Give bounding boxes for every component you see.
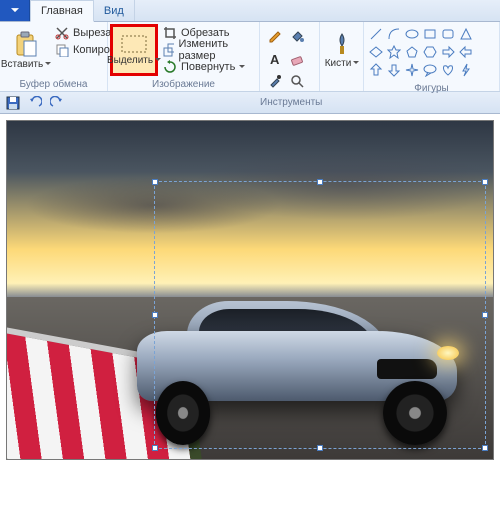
shape-arrow-down[interactable] [386, 62, 402, 78]
paste-icon [14, 31, 38, 57]
group-shapes: Фигуры [364, 22, 500, 91]
title-bar: Главная Вид [0, 0, 500, 22]
cut-icon [55, 26, 69, 40]
crop-icon [163, 26, 177, 40]
resize-icon [163, 43, 174, 57]
redo-button[interactable] [48, 94, 66, 112]
shape-line[interactable] [368, 26, 384, 42]
canvas-image[interactable] [6, 120, 494, 460]
selection-handle-se[interactable] [482, 445, 488, 451]
save-icon [6, 96, 20, 110]
copy-icon [55, 43, 69, 57]
group-image: Выделить Обрезать Изменить размер Поверн… [108, 22, 260, 91]
undo-button[interactable] [26, 94, 44, 112]
fill-tool[interactable] [286, 26, 308, 48]
tab-home[interactable]: Главная [30, 0, 94, 22]
shape-star4[interactable] [404, 62, 420, 78]
resize-button[interactable]: Изменить размер [158, 41, 257, 58]
pencil-tool[interactable] [264, 26, 286, 48]
shape-arrow-left[interactable] [458, 44, 474, 60]
selection-handle-n[interactable] [317, 179, 323, 185]
shape-arrow-up[interactable] [368, 62, 384, 78]
svg-text:A: A [270, 52, 280, 66]
app-menu-button[interactable] [0, 0, 30, 21]
shape-oval[interactable] [404, 26, 420, 42]
group-clipboard: Вставить Вырезать Копировать Буфер обмен… [0, 22, 108, 91]
shape-pentagon[interactable] [404, 44, 420, 60]
magnify-icon [290, 74, 304, 88]
undo-icon [28, 96, 42, 110]
rotate-button[interactable]: Повернуть [158, 58, 257, 75]
brush-icon [332, 32, 352, 56]
bucket-icon [290, 30, 304, 44]
tab-view[interactable]: Вид [94, 0, 135, 21]
shape-rect[interactable] [422, 26, 438, 42]
text-tool[interactable]: A [264, 48, 286, 70]
canvas-area[interactable] [0, 114, 500, 512]
rotate-icon [163, 60, 177, 74]
shapes-gallery[interactable] [366, 24, 486, 80]
shape-callout[interactable] [422, 62, 438, 78]
rotate-label: Повернуть [181, 61, 235, 73]
text-icon: A [268, 52, 282, 66]
magnify-tool[interactable] [286, 70, 308, 92]
shape-diamond[interactable] [386, 44, 402, 60]
group-brushes: Кисти [320, 22, 364, 91]
picker-icon [268, 74, 282, 88]
pencil-icon [268, 30, 282, 44]
group-brushes-label [320, 78, 363, 92]
select-label: Выделить [107, 55, 153, 66]
selection-handle-s[interactable] [317, 445, 323, 451]
group-shapes-label: Фигуры [364, 82, 499, 96]
chevron-down-icon [45, 62, 51, 68]
eraser-tool[interactable] [286, 48, 308, 70]
selection-handle-e[interactable] [482, 312, 488, 318]
save-button[interactable] [4, 94, 22, 112]
shape-lightning[interactable] [458, 62, 474, 78]
group-tools-label: Инструменты [260, 96, 319, 110]
shape-polygon[interactable] [458, 26, 474, 42]
chevron-down-icon [239, 65, 245, 71]
group-clipboard-label: Буфер обмена [0, 78, 107, 92]
shape-curve[interactable] [386, 26, 402, 42]
redo-icon [50, 96, 64, 110]
picker-tool[interactable] [264, 70, 286, 92]
ribbon: Вставить Вырезать Копировать Буфер обмен… [0, 22, 500, 92]
selection-handle-sw[interactable] [152, 445, 158, 451]
brushes-button[interactable]: Кисти [322, 24, 362, 76]
paste-button[interactable]: Вставить [2, 24, 50, 76]
eraser-icon [290, 52, 304, 66]
shape-hexagon[interactable] [422, 44, 438, 60]
selection-rectangle[interactable] [154, 181, 486, 449]
brushes-label: Кисти [325, 58, 352, 69]
chevron-down-icon [353, 61, 359, 67]
shape-arrow-right[interactable] [440, 44, 456, 60]
selection-handle-w[interactable] [152, 312, 158, 318]
select-icon [121, 35, 147, 53]
group-tools: A Инструменты [260, 22, 320, 91]
shape-triangle[interactable] [368, 44, 384, 60]
paste-label: Вставить [1, 59, 43, 70]
select-button[interactable]: Выделить [110, 24, 158, 76]
selection-handle-nw[interactable] [152, 179, 158, 185]
group-image-label: Изображение [108, 78, 259, 92]
shape-heart[interactable] [440, 62, 456, 78]
shape-roundrect[interactable] [440, 26, 456, 42]
selection-handle-ne[interactable] [482, 179, 488, 185]
